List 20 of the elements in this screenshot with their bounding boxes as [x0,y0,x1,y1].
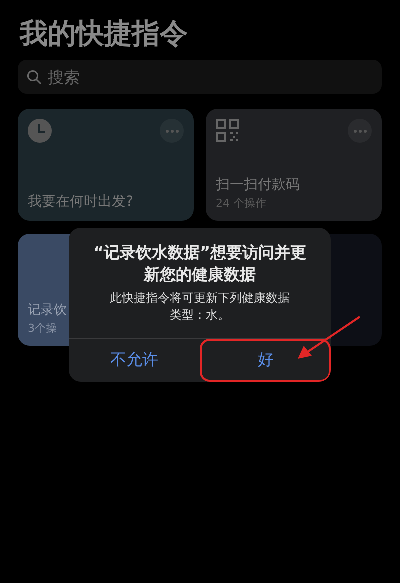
dialog-title: “记录饮水数据”想要访问并更新您的健康数据 [92,242,308,286]
dialog-button[interactable]: 不允许 [69,339,200,382]
clock-icon [28,119,52,143]
shortcut-name: 扫一扫付款码 [216,176,300,194]
shortcut-card[interactable]: 扫一扫付款码 24 个操作 [206,109,382,221]
search-icon [27,70,42,84]
shortcut-card[interactable]: 我要在何时出发? [18,109,194,221]
shortcut-name: 记录饮 [28,302,67,319]
action-count: 24 个操作 [216,196,266,211]
search-bar[interactable]: 搜索 [18,60,382,94]
search-field[interactable]: 搜索 [48,68,373,86]
arrow-drawing [298,316,362,360]
page-title: 我的快捷指令 [20,16,189,52]
action-count: 3个操 [28,321,57,336]
more-button[interactable] [348,119,372,143]
qr-code-icon [216,119,239,142]
dialog-button[interactable]: 好 [200,339,331,382]
more-button[interactable] [160,119,184,143]
dialog-message: 此快捷指令将可更新下列健康数据类型：水。 [109,290,291,324]
shortcut-name: 我要在何时出发? [28,193,134,211]
